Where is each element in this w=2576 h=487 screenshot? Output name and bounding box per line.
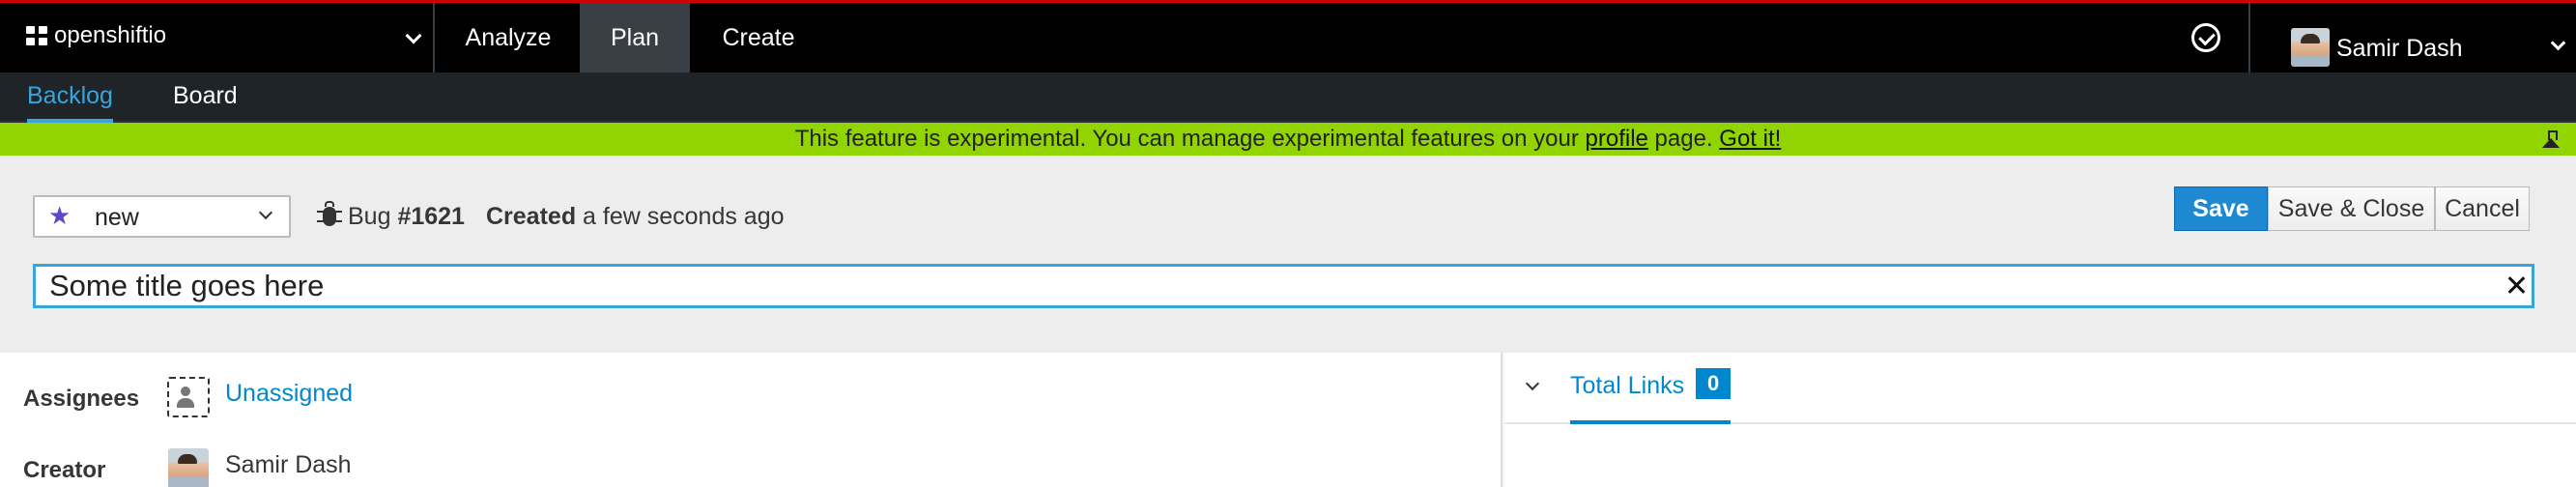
flask-icon <box>2542 130 2560 148</box>
project-switcher[interactable]: openshiftio <box>0 3 435 72</box>
sub-nav: Backlog Board <box>0 72 2576 123</box>
work-item-type: Bug #1621 <box>348 203 465 231</box>
save-button[interactable]: Save <box>2174 186 2268 231</box>
assignees-link[interactable]: Unassigned <box>225 380 353 408</box>
banner-text-after: page. <box>1647 126 1720 152</box>
creator-name: Samir Dash <box>225 451 352 478</box>
state-label: new <box>95 204 139 231</box>
banner-text: This feature is experimental. You can ma… <box>794 126 1586 152</box>
tab-backlog[interactable]: Backlog <box>27 72 113 123</box>
user-menu[interactable]: Samir Dash <box>2248 3 2576 72</box>
state-dropdown[interactable]: ★ new <box>33 195 291 238</box>
created-info: Created a few seconds ago <box>486 203 785 231</box>
created-label: Created <box>486 203 577 230</box>
add-user-icon[interactable] <box>167 377 210 417</box>
title-input[interactable] <box>36 267 2490 305</box>
work-item-header: ★ new Bug #1621 Created a few seconds ag… <box>0 156 2576 353</box>
chevron-down-icon <box>258 205 273 220</box>
details-panel: Assignees Unassigned Creator Samir Dash <box>0 353 1503 487</box>
links-count-badge: 0 <box>1696 368 1732 399</box>
links-label: Total Links <box>1570 372 1685 399</box>
title-field <box>33 264 2534 308</box>
chevron-down-icon[interactable] <box>1525 376 1540 391</box>
chevron-down-icon <box>2550 35 2566 51</box>
creator-avatar <box>168 448 209 487</box>
user-name: Samir Dash <box>2336 35 2463 62</box>
experimental-banner: This feature is experimental. You can ma… <box>0 123 2576 156</box>
masthead: openshiftio Analyze Plan Create Samir Da… <box>0 0 2576 72</box>
links-bar: Total Links 0 <box>1504 353 2576 424</box>
user-avatar <box>2291 28 2330 67</box>
notifications-check-icon[interactable] <box>2191 23 2220 52</box>
created-time: a few seconds ago <box>583 203 785 230</box>
bug-icon <box>317 201 342 230</box>
nav-create[interactable]: Create <box>690 3 827 72</box>
project-name: openshiftio <box>54 22 167 48</box>
profile-link[interactable]: profile <box>1586 126 1648 153</box>
tab-board[interactable]: Board <box>173 72 238 123</box>
tab-total-links[interactable]: Total Links 0 <box>1570 353 1732 424</box>
nav-analyze[interactable]: Analyze <box>437 3 580 72</box>
work-item-number: #1621 <box>397 203 465 230</box>
assignees-label: Assignees <box>23 386 140 412</box>
grid-icon <box>26 26 47 45</box>
top-nav: Analyze Plan Create <box>437 3 827 72</box>
save-close-button[interactable]: Save & Close <box>2268 186 2435 231</box>
links-panel: Total Links 0 <box>1504 353 2576 487</box>
chevron-down-icon <box>405 27 422 44</box>
close-icon[interactable] <box>2503 271 2532 300</box>
nav-plan[interactable]: Plan <box>580 3 690 72</box>
work-item-type-label: Bug <box>348 203 391 230</box>
star-icon: ★ <box>48 201 72 230</box>
creator-label: Creator <box>23 457 106 483</box>
cancel-button[interactable]: Cancel <box>2435 186 2530 231</box>
got-it-link[interactable]: Got it! <box>1719 126 1781 153</box>
